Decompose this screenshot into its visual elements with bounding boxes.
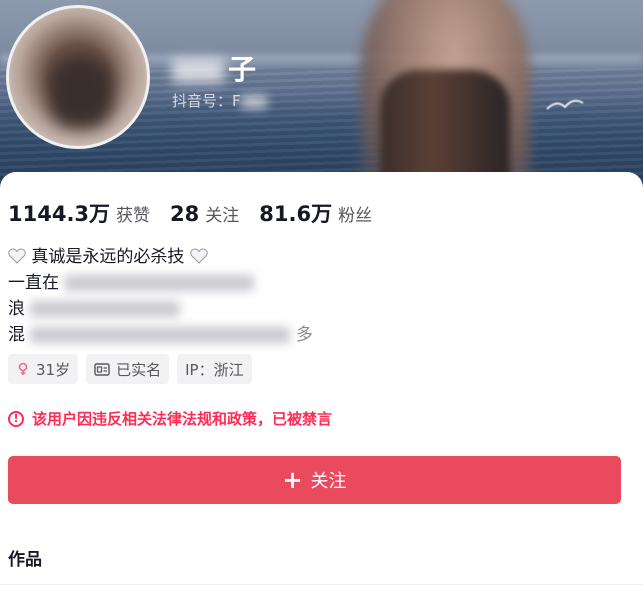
blurred-text: [64, 275, 255, 291]
blurred-text: [30, 327, 291, 343]
blurred-text: [30, 301, 181, 317]
profile-name: 子: [172, 48, 258, 88]
ban-warning: ! 该用户因违反相关法律法规和政策，已被禁言: [8, 408, 332, 429]
white-heart-icon: [8, 248, 26, 264]
blurred-handle-part: [240, 94, 267, 109]
age-tag: 31岁: [8, 354, 79, 384]
avatar-face: [49, 58, 113, 128]
profile-tags: 31岁 已实名 IP：浙江: [8, 354, 260, 384]
id-card-icon: [94, 362, 110, 376]
verified-tag: 已实名: [86, 354, 170, 384]
female-icon: [16, 362, 30, 376]
ip-location-tag: IP：浙江: [177, 354, 252, 384]
exclamation-icon: !: [8, 410, 24, 427]
bio-line-1: 真诚是永远的必杀技: [8, 244, 313, 270]
profile-card: 1144.3万 获赞 28 关注 81.6万 粉丝 真诚是永远的必杀技 一直在 …: [0, 172, 643, 616]
following-count[interactable]: 28: [170, 202, 199, 226]
blurred-name-part: [172, 59, 224, 83]
plus-icon: +: [282, 466, 303, 494]
white-heart-icon: [190, 248, 208, 264]
likes-count: 1144.3万: [8, 202, 111, 226]
seagull-icon: [545, 95, 585, 117]
following-label[interactable]: 关注: [205, 201, 239, 226]
profile-bio: 真诚是永远的必杀技 一直在 浪 混 多: [8, 244, 313, 348]
profile-handle: 抖音号：F: [172, 90, 267, 111]
likes-label: 获赞: [116, 206, 151, 226]
profile-stats: 1144.3万 获赞 28 关注 81.6万 粉丝: [8, 198, 392, 228]
bio-line-3: 浪: [8, 296, 313, 322]
followers-count[interactable]: 81.6万: [259, 198, 332, 228]
bio-line-2: 一直在: [8, 270, 313, 296]
divider: [0, 584, 643, 585]
followers-label[interactable]: 粉丝: [338, 201, 372, 226]
works-section-title[interactable]: 作品: [8, 545, 42, 570]
bio-line-4: 混 多: [8, 325, 313, 345]
avatar[interactable]: [6, 5, 150, 149]
follow-button[interactable]: + 关注: [8, 456, 621, 504]
